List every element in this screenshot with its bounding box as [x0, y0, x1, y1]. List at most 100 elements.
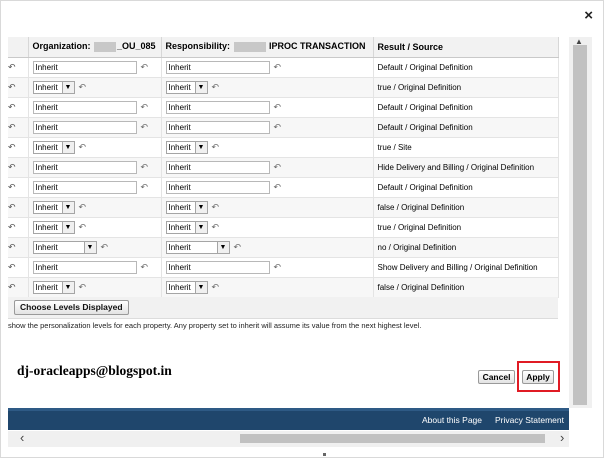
table-row: ↶ Inherit ↶ Inherit ↶ Default / Original Defi…	[8, 117, 559, 138]
revert-icon[interactable]: ↶	[79, 202, 87, 213]
responsibility-select[interactable]: Inherit ▼	[165, 280, 208, 294]
responsibility-input[interactable]: Inherit	[165, 60, 270, 74]
row-revert-icon[interactable]: ↶	[8, 197, 29, 218]
responsibility-select[interactable]: Inherit ▼	[165, 240, 230, 254]
revert-icon[interactable]: ↶	[212, 282, 220, 293]
responsibility-cell: Inherit ▼ ↶	[161, 137, 374, 158]
responsibility-select[interactable]: Inherit ▼	[165, 200, 208, 214]
organization-input[interactable]: Inherit	[32, 160, 137, 174]
responsibility-input[interactable]: Inherit	[165, 120, 270, 134]
row-revert-icon[interactable]: ↶	[8, 97, 29, 118]
organization-select[interactable]: Inherit ▼	[32, 80, 75, 94]
row-revert-icon[interactable]: ↶	[8, 177, 29, 198]
revert-icon[interactable]: ↶	[141, 102, 149, 113]
row-revert-icon[interactable]: ↶	[8, 157, 29, 178]
organization-cell: Inherit ↶	[28, 177, 162, 198]
row-revert-icon[interactable]: ↶	[8, 137, 29, 158]
vertical-scrollbar[interactable]: ▲	[569, 37, 592, 408]
row-revert-icon[interactable]: ↶	[8, 217, 29, 238]
responsibility-input[interactable]: Inherit	[165, 180, 270, 194]
vertical-scroll-thumb[interactable]	[573, 45, 587, 405]
horizontal-scrollbar[interactable]: ‹ ›	[8, 430, 569, 447]
revert-icon[interactable]: ↶	[274, 62, 282, 73]
close-icon[interactable]: ×	[584, 7, 593, 25]
revert-icon[interactable]: ↶	[212, 202, 220, 213]
value-text: Inherit	[168, 82, 191, 92]
revert-icon[interactable]: ↶	[79, 142, 87, 153]
revert-icon[interactable]: ↶	[141, 262, 149, 273]
revert-icon[interactable]: ↶	[79, 222, 87, 233]
responsibility-input[interactable]: Inherit	[165, 160, 270, 174]
responsibility-select[interactable]: Inherit ▼	[165, 80, 208, 94]
organization-input[interactable]: Inherit	[32, 120, 137, 134]
organization-cell: Inherit ↶	[28, 257, 162, 278]
organization-select[interactable]: Inherit ▼	[32, 240, 97, 254]
row-revert-icon[interactable]: ↶	[8, 57, 29, 78]
organization-select[interactable]: Inherit ▼	[32, 220, 75, 234]
chevron-down-icon[interactable]: ▼	[194, 81, 207, 93]
chevron-down-icon[interactable]: ▼	[194, 281, 207, 293]
chevron-down-icon[interactable]: ▼	[61, 281, 74, 293]
chevron-down-icon[interactable]: ▼	[194, 201, 207, 213]
revert-icon[interactable]: ↶	[101, 242, 109, 253]
revert-icon[interactable]: ↶	[274, 262, 282, 273]
about-page-link[interactable]: About this Page	[422, 415, 482, 425]
responsibility-select[interactable]: Inherit ▼	[165, 140, 208, 154]
responsibility-input[interactable]: Inherit	[165, 100, 270, 114]
chevron-down-icon[interactable]: ▼	[216, 241, 229, 253]
cancel-button[interactable]: Cancel	[478, 370, 515, 384]
table-row: ↶ Inherit ▼ ↶ Inherit ▼ ↶ no / Original Definit…	[8, 237, 559, 258]
revert-icon[interactable]: ↶	[79, 82, 87, 93]
revert-icon[interactable]: ↶	[274, 102, 282, 113]
row-revert-icon[interactable]: ↶	[8, 77, 29, 98]
chevron-down-icon[interactable]: ▼	[194, 221, 207, 233]
organization-select[interactable]: Inherit ▼	[32, 200, 75, 214]
revert-icon[interactable]: ↶	[212, 82, 220, 93]
horizontal-scroll-thumb[interactable]	[240, 434, 545, 443]
organization-input[interactable]: Inherit	[32, 260, 137, 274]
revert-icon[interactable]: ↶	[212, 222, 220, 233]
chevron-down-icon[interactable]: ▼	[194, 141, 207, 153]
choose-levels-button[interactable]: Choose Levels Displayed	[14, 300, 129, 315]
organization-input[interactable]: Inherit	[32, 60, 137, 74]
revert-icon[interactable]: ↶	[234, 242, 242, 253]
value-text: Inherit	[168, 202, 191, 212]
organization-input[interactable]: Inherit	[32, 100, 137, 114]
responsibility-select[interactable]: Inherit ▼	[165, 220, 208, 234]
row-revert-icon[interactable]: ↶	[8, 257, 29, 278]
instruction-text: show the personalization levels for each…	[8, 321, 422, 330]
organization-cell: Inherit ↶	[28, 157, 162, 178]
revert-icon[interactable]: ↶	[274, 122, 282, 133]
organization-input[interactable]: Inherit	[32, 180, 137, 194]
revert-icon[interactable]: ↶	[212, 142, 220, 153]
organization-select[interactable]: Inherit ▼	[32, 140, 75, 154]
value-text: Inherit	[168, 262, 191, 272]
apply-button[interactable]: Apply	[522, 370, 554, 384]
revert-icon[interactable]: ↶	[141, 182, 149, 193]
table-row: ↶ Inherit ▼ ↶ Inherit ▼ ↶ true / Original Defin…	[8, 77, 559, 98]
revert-icon[interactable]: ↶	[274, 182, 282, 193]
organization-select[interactable]: Inherit ▼	[32, 280, 75, 294]
chevron-down-icon[interactable]: ▼	[83, 241, 96, 253]
chevron-down-icon[interactable]: ▼	[61, 141, 74, 153]
responsibility-input[interactable]: Inherit	[165, 260, 270, 274]
row-revert-icon[interactable]: ↶	[8, 277, 29, 298]
privacy-statement-link[interactable]: Privacy Statement	[495, 415, 564, 425]
scroll-left-icon[interactable]: ‹	[20, 430, 24, 445]
row-revert-icon[interactable]: ↶	[8, 237, 29, 258]
scroll-right-icon[interactable]: ›	[560, 430, 564, 445]
chevron-down-icon[interactable]: ▼	[61, 81, 74, 93]
table-header-row: Organization: _OU_085 Responsibility: IP…	[8, 37, 559, 58]
revert-icon[interactable]: ↶	[141, 162, 149, 173]
revert-icon[interactable]: ↶	[274, 162, 282, 173]
revert-icon[interactable]: ↶	[141, 62, 149, 73]
result-source-cell: Default / Original Definition	[373, 177, 559, 198]
header-spacer	[8, 37, 29, 58]
chevron-down-icon[interactable]: ▼	[61, 221, 74, 233]
revert-icon[interactable]: ↶	[141, 122, 149, 133]
row-revert-icon[interactable]: ↶	[8, 117, 29, 138]
revert-icon[interactable]: ↶	[79, 282, 87, 293]
responsibility-cell: Inherit ↶	[161, 97, 374, 118]
chevron-down-icon[interactable]: ▼	[61, 201, 74, 213]
table-row: ↶ Inherit ↶ Inherit ↶ Hide Delivery and Billi…	[8, 157, 559, 178]
